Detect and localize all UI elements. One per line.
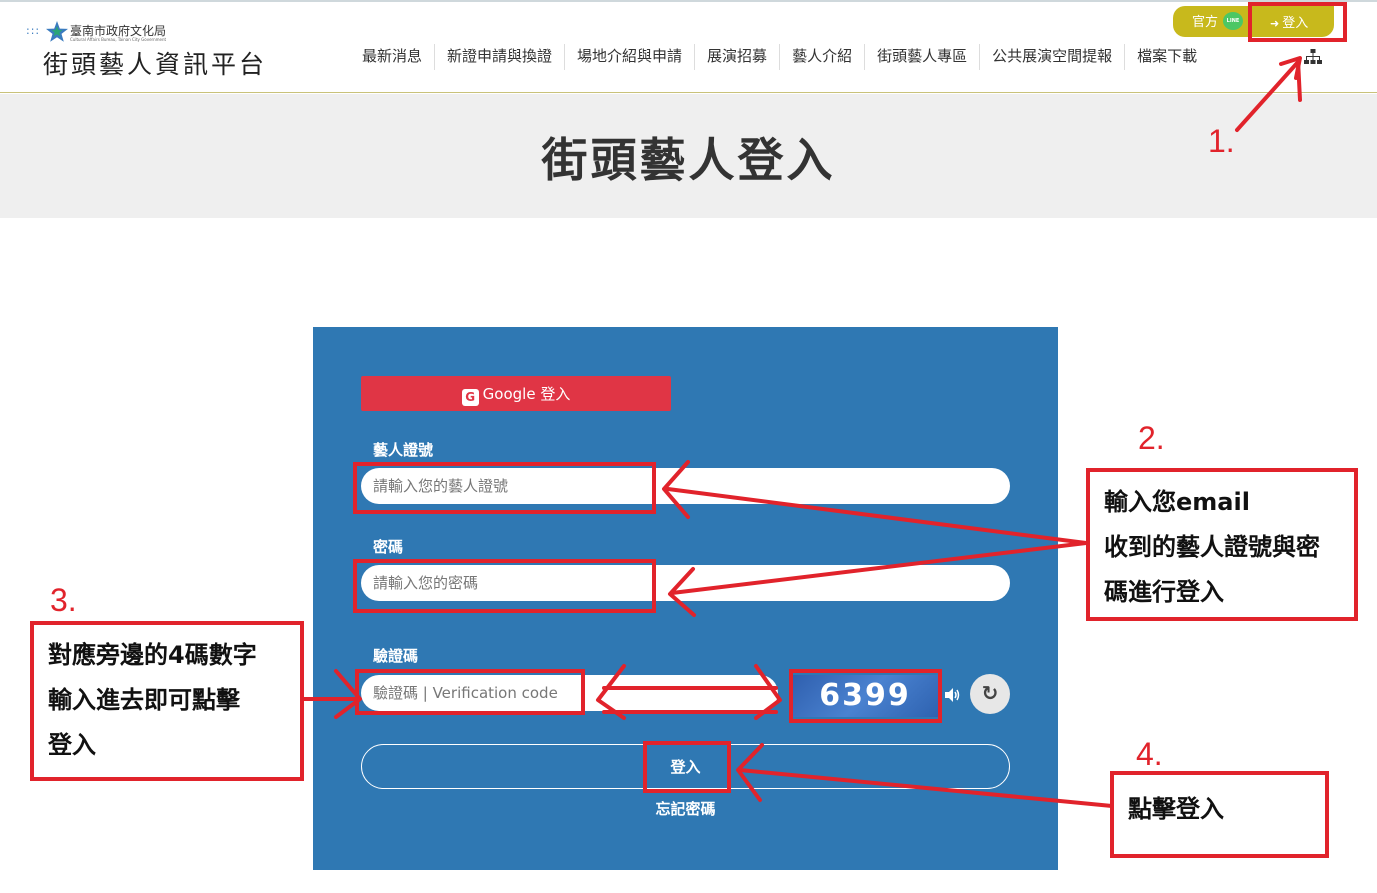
password-label: 密碼	[373, 538, 404, 556]
agency-name-en: Cultural Affairs Bureau, Tainan City Gov…	[70, 37, 167, 42]
nav-item-public-space[interactable]: 公共展演空間提報	[980, 44, 1126, 70]
official-line-button[interactable]: 官方	[1173, 6, 1257, 37]
line-icon: LINE	[1223, 12, 1243, 30]
refresh-icon: ↻	[981, 681, 999, 705]
logo-star-icon	[46, 21, 68, 42]
note2-line-2: 收到的藝人證號與密	[1104, 533, 1320, 561]
sitemap-icon[interactable]	[1304, 49, 1322, 65]
nav-item-recruit[interactable]: 展演招募	[695, 44, 781, 70]
license-label: 藝人證號	[373, 441, 434, 459]
speaker-icon[interactable]	[943, 686, 961, 704]
highlight-captcha-input	[355, 669, 585, 715]
captcha-label: 驗證碼	[373, 647, 419, 665]
site-header: ::: 臺南市政府文化局 Cultural Affairs Bureau, Ta…	[0, 2, 1377, 93]
highlight-captcha-image	[789, 669, 942, 723]
note3-line-2: 輸入進去即可點擊	[48, 686, 240, 714]
google-icon: G	[461, 389, 479, 406]
nav-item-downloads[interactable]: 檔案下載	[1125, 44, 1209, 70]
nav-item-apply[interactable]: 新證申請與換證	[435, 44, 566, 70]
official-label: 官方	[1192, 15, 1219, 30]
page: ::: 臺南市政府文化局 Cultural Affairs Bureau, Ta…	[0, 0, 1377, 893]
site-title[interactable]: 街頭藝人資訊平台	[43, 45, 267, 81]
google-login-button[interactable]: G Google 登入	[361, 376, 671, 411]
forgot-password-link[interactable]: 忘記密碼	[313, 798, 1058, 819]
google-login-label: Google 登入	[482, 385, 571, 403]
note2-line-3: 碼進行登入	[1104, 578, 1224, 606]
page-title: 街頭藝人登入	[541, 133, 836, 187]
refresh-captcha-button[interactable]: ↻	[970, 674, 1010, 714]
note3-line-3: 登入	[48, 731, 96, 759]
step-number-4: 4.	[1136, 736, 1163, 772]
title-banner: 街頭藝人登入	[0, 94, 1377, 218]
note-step-2: 輸入您email 收到的藝人證號與密 碼進行登入	[1086, 468, 1358, 621]
highlight-header-login	[1248, 2, 1347, 42]
note3-line-1: 對應旁邊的4碼數字	[48, 641, 257, 669]
nav-item-venues[interactable]: 場地介紹與申請	[565, 44, 696, 70]
nav-item-artists[interactable]: 藝人介紹	[780, 44, 866, 70]
note4-line-1: 點擊登入	[1128, 795, 1224, 823]
step-number-1: 1.	[1208, 123, 1235, 159]
nav-item-artist-zone[interactable]: 街頭藝人專區	[865, 44, 981, 70]
main-nav: 最新消息 新證申請與換證 場地介紹與申請 展演招募 藝人介紹 街頭藝人專區 公共…	[350, 44, 1209, 70]
highlight-license-input	[353, 462, 656, 514]
nav-item-news[interactable]: 最新消息	[350, 44, 436, 70]
step-number-2: 2.	[1138, 420, 1165, 456]
note-step-3: 對應旁邊的4碼數字 輸入進去即可點擊 登入	[30, 621, 304, 781]
highlight-submit-button	[643, 741, 731, 793]
note2-line-1: 輸入您email	[1104, 488, 1250, 516]
note-step-4: 點擊登入	[1110, 771, 1329, 858]
logo-dots: :::	[26, 24, 41, 37]
step-number-3: 3.	[50, 582, 77, 618]
highlight-password-input	[353, 559, 656, 613]
